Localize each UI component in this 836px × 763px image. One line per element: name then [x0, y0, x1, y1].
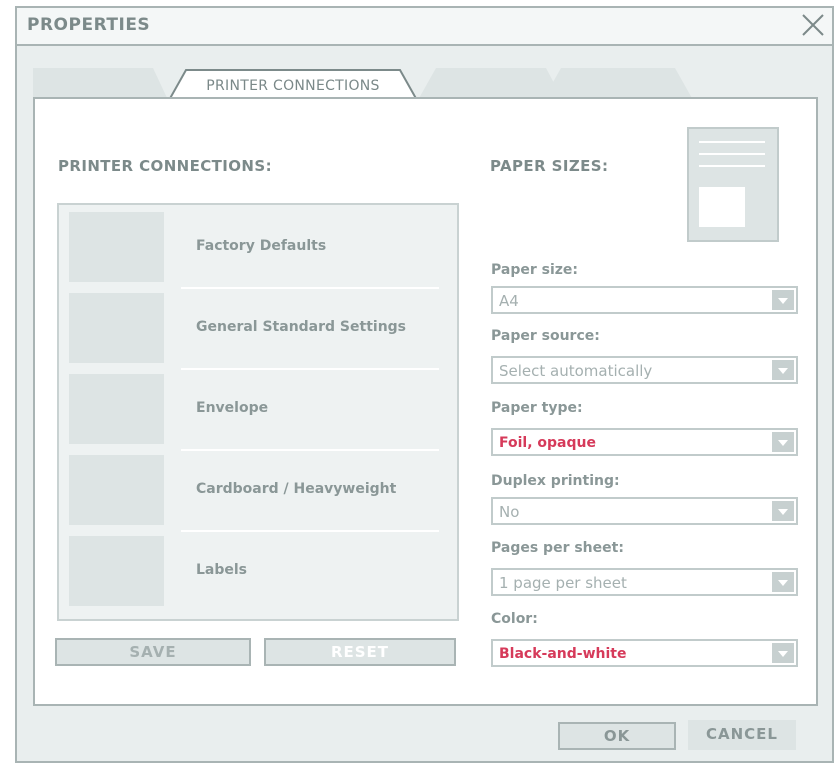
- pages-per-sheet-label: Pages per sheet:: [491, 540, 624, 556]
- save-button[interactable]: SAVE: [55, 638, 251, 666]
- paper-size-value: A4: [499, 292, 519, 310]
- list-item-label: Labels: [196, 562, 248, 578]
- color-select[interactable]: Black-and-white: [491, 639, 798, 667]
- paper-source-select[interactable]: Select automatically: [491, 356, 798, 384]
- paper-sizes-heading: PAPER SIZES:: [490, 157, 609, 175]
- properties-dialog: PROPERTIES PRINTER CONNECTIONS PRINTER C…: [15, 6, 834, 763]
- page-preview-icon: [687, 127, 779, 242]
- chevron-down-icon[interactable]: [772, 501, 794, 521]
- chevron-down-icon[interactable]: [772, 643, 794, 663]
- tab-label: PRINTER CONNECTIONS: [206, 78, 380, 94]
- item-thumbnail: [69, 374, 164, 444]
- list-item[interactable]: General Standard Settings: [59, 288, 457, 368]
- list-item[interactable]: Factory Defaults: [59, 207, 457, 287]
- duplex-printing-label: Duplex printing:: [491, 473, 620, 489]
- ok-button[interactable]: OK: [558, 722, 676, 750]
- chevron-down-icon[interactable]: [772, 290, 794, 310]
- paper-type-label: Paper type:: [491, 400, 583, 416]
- list-item[interactable]: Labels: [59, 531, 457, 611]
- paper-source-label: Paper source:: [491, 328, 600, 344]
- list-item[interactable]: Envelope: [59, 369, 457, 449]
- dialog-title: PROPERTIES: [27, 15, 151, 35]
- reset-button[interactable]: RESET: [264, 638, 456, 666]
- pages-per-sheet-select[interactable]: 1 page per sheet: [491, 568, 798, 596]
- tab-printer-connections[interactable]: PRINTER CONNECTIONS: [168, 68, 418, 102]
- close-icon[interactable]: [800, 12, 826, 38]
- chevron-down-icon[interactable]: [772, 572, 794, 592]
- tab-3[interactable]: [418, 68, 563, 100]
- item-thumbnail: [69, 212, 164, 282]
- tab-4[interactable]: [543, 68, 693, 100]
- tab-1[interactable]: [33, 68, 168, 100]
- list-item-label: Envelope: [196, 400, 269, 416]
- paper-size-select[interactable]: A4: [491, 286, 798, 314]
- item-thumbnail: [69, 536, 164, 606]
- duplex-printing-value: No: [499, 503, 520, 521]
- tab-panel: PRINTER CONNECTIONS: Factory Defaults Ge…: [33, 97, 818, 706]
- paper-type-value: Foil, opaque: [499, 435, 596, 451]
- list-item-label: General Standard Settings: [196, 319, 407, 335]
- duplex-printing-select[interactable]: No: [491, 497, 798, 525]
- item-thumbnail: [69, 455, 164, 525]
- list-item-label: Factory Defaults: [196, 238, 327, 254]
- chevron-down-icon[interactable]: [772, 360, 794, 380]
- cancel-button[interactable]: CANCEL: [688, 720, 796, 750]
- list-item[interactable]: Cardboard / Heavyweight: [59, 450, 457, 530]
- printer-connections-heading: PRINTER CONNECTIONS:: [58, 157, 272, 175]
- paper-type-select[interactable]: Foil, opaque: [491, 428, 798, 456]
- title-bar: PROPERTIES: [17, 8, 832, 46]
- paper-source-value: Select automatically: [499, 362, 653, 380]
- item-thumbnail: [69, 293, 164, 363]
- list-item-label: Cardboard / Heavyweight: [196, 481, 397, 497]
- pages-per-sheet-value: 1 page per sheet: [499, 574, 627, 592]
- paper-size-label: Paper size:: [491, 262, 579, 278]
- color-label: Color:: [491, 611, 538, 627]
- chevron-down-icon[interactable]: [772, 432, 794, 452]
- color-value: Black-and-white: [499, 646, 627, 662]
- printer-connections-list: Factory Defaults General Standard Settin…: [57, 203, 459, 621]
